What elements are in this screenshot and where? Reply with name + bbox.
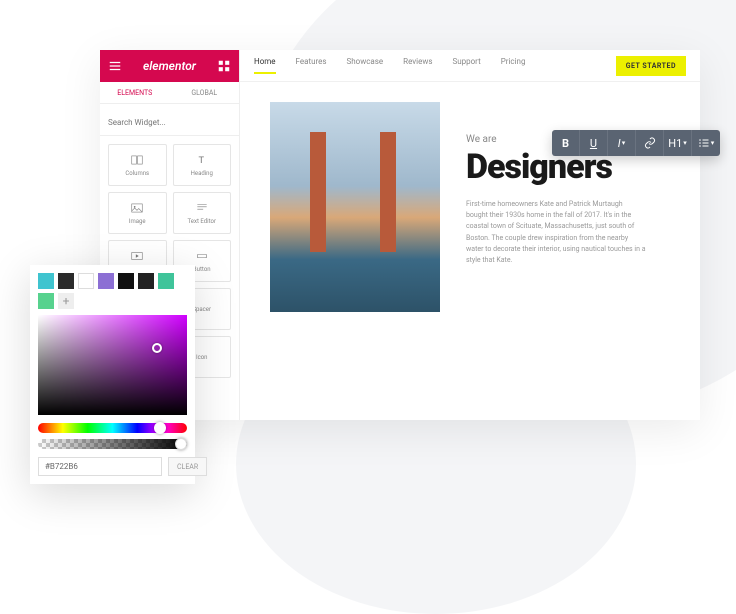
- link-button[interactable]: [636, 130, 664, 156]
- swatch[interactable]: [98, 273, 114, 289]
- apps-icon[interactable]: [217, 59, 231, 73]
- nav-showcase[interactable]: Showcase: [347, 57, 384, 74]
- tab-elements[interactable]: ELEMENTS: [100, 82, 170, 103]
- alpha-slider[interactable]: [38, 439, 187, 449]
- tab-global[interactable]: GLOBAL: [170, 82, 240, 103]
- widget-columns[interactable]: Columns: [108, 144, 167, 186]
- site-nav: Home Features Showcase Reviews Support P…: [240, 50, 700, 82]
- swatch[interactable]: [78, 273, 94, 289]
- widget-search: [100, 104, 239, 136]
- swatch[interactable]: [38, 293, 54, 309]
- nav-reviews[interactable]: Reviews: [403, 57, 432, 74]
- underline-button[interactable]: U: [580, 130, 608, 156]
- heading-button[interactable]: H1▾: [664, 130, 692, 156]
- menu-icon[interactable]: [108, 59, 122, 73]
- nav-pricing[interactable]: Pricing: [501, 57, 526, 74]
- canvas-area: Home Features Showcase Reviews Support P…: [240, 50, 700, 420]
- text-format-toolbar: B U I▾ H1▾ ▾: [552, 130, 720, 156]
- swatch[interactable]: [138, 273, 154, 289]
- swatch[interactable]: [38, 273, 54, 289]
- alpha-thumb[interactable]: [175, 438, 187, 450]
- swatch[interactable]: [118, 273, 134, 289]
- saturation-field[interactable]: [38, 315, 187, 415]
- hue-slider[interactable]: [38, 423, 187, 433]
- get-started-button[interactable]: GET STARTED: [616, 56, 686, 76]
- search-input[interactable]: [108, 118, 231, 127]
- hex-input[interactable]: [38, 457, 162, 476]
- list-button[interactable]: ▾: [692, 130, 720, 156]
- widget-image[interactable]: Image: [108, 192, 167, 234]
- hero-image[interactable]: [270, 102, 440, 312]
- link-icon: [644, 137, 656, 149]
- saturation-cursor[interactable]: [152, 343, 162, 353]
- swatch-row: +: [38, 273, 187, 309]
- nav-support[interactable]: Support: [452, 57, 480, 74]
- hue-thumb[interactable]: [154, 422, 166, 434]
- clear-button[interactable]: CLEAR: [168, 457, 207, 476]
- logo: elementor: [143, 59, 196, 73]
- hero-text[interactable]: We are Designers First-time homeowners K…: [466, 102, 670, 266]
- list-icon: [698, 137, 710, 149]
- nav-features[interactable]: Features: [296, 57, 327, 74]
- italic-button[interactable]: I▾: [608, 130, 636, 156]
- widget-heading[interactable]: THeading: [173, 144, 232, 186]
- hero-description: First-time homeowners Kate and Patrick M…: [466, 199, 646, 266]
- svg-text:T: T: [198, 155, 204, 166]
- sidebar-header: elementor: [100, 50, 239, 82]
- sidebar-tabs: ELEMENTS GLOBAL: [100, 82, 239, 104]
- swatch[interactable]: [158, 273, 174, 289]
- color-picker: + CLEAR: [30, 265, 195, 484]
- swatch[interactable]: [58, 273, 74, 289]
- widget-text-editor[interactable]: Text Editor: [173, 192, 232, 234]
- nav-home[interactable]: Home: [254, 57, 276, 74]
- add-swatch-button[interactable]: +: [58, 293, 74, 309]
- bold-button[interactable]: B: [552, 130, 580, 156]
